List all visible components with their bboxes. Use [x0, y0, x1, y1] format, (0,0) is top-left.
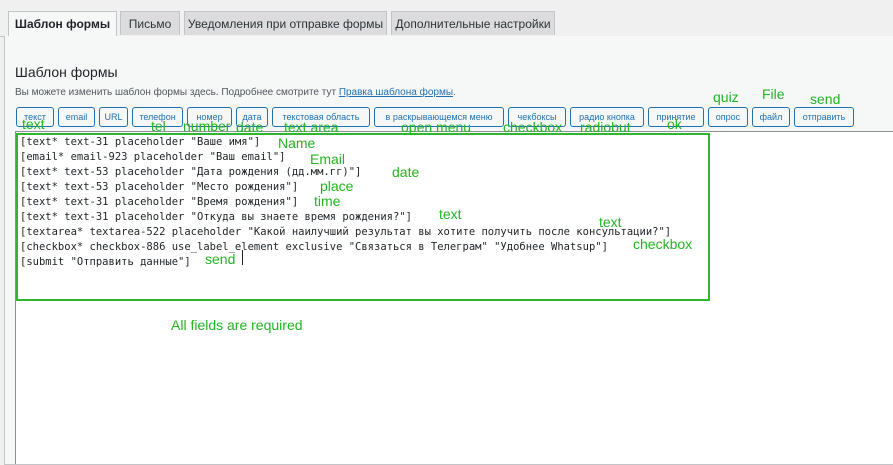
annotation-file: File [762, 86, 785, 102]
code-line: [text* text-31 placeholder "Ваше имя"] [20, 136, 261, 148]
code-line: [submit "Отправить данные"] [20, 256, 191, 268]
annotation-time: time [314, 193, 341, 209]
tab-form-template[interactable]: Шаблон формы [8, 11, 117, 37]
tag-button-quiz[interactable]: опрос [708, 107, 748, 127]
description-text: Вы можете изменить шаблон формы здесь. П… [15, 87, 337, 98]
annotation-ok: ok [667, 116, 682, 132]
section-title: Шаблон формы [15, 64, 118, 80]
annotation-line-send: send [205, 251, 236, 267]
annotation-number: number [183, 118, 231, 134]
annotation-name: Name [278, 135, 316, 151]
annotation-quiz: quiz [713, 89, 739, 105]
description-end: . [453, 87, 456, 98]
section-description: Вы можете изменить шаблон формы здесь. П… [15, 87, 456, 98]
annotation-text: text [22, 116, 45, 132]
code-line: [textarea* textarea-522 placeholder "Как… [20, 226, 672, 238]
tab-bar: Шаблон формы Письмо Уведомления при отпр… [0, 0, 893, 37]
annotation-line-date: date [392, 164, 420, 180]
annotation-radio: radiobut [580, 119, 631, 135]
annotation-required: All fields are required [171, 317, 303, 333]
code-line: [checkbox* checkbox-886 use_label_elemen… [20, 241, 608, 253]
annotation-line-checkbox: checkbox [633, 236, 693, 252]
annotation-tel: tel [151, 118, 166, 134]
annotation-send: send [810, 91, 841, 107]
form-template-help-link[interactable]: Правка шаблона формы [339, 87, 453, 98]
text-caret [242, 250, 243, 265]
tab-notifications[interactable]: Уведомления при отправке формы [184, 11, 387, 35]
tag-button-email[interactable]: email [58, 107, 95, 127]
tab-mail[interactable]: Письмо [120, 11, 180, 35]
tag-button-url[interactable]: URL [99, 107, 128, 127]
tab-additional-settings[interactable]: Дополнительные настройки [391, 11, 555, 35]
annotation-date: date [236, 119, 264, 135]
code-line: [text* text-53 placeholder "Дата рождени… [20, 166, 362, 178]
annotation-line-text-1: text [439, 206, 462, 222]
code-line: [text* text-31 placeholder "Откуда вы зн… [20, 211, 412, 223]
annotation-line-text-2: text [599, 214, 622, 230]
code-line: [text* text-53 placeholder "Место рожден… [20, 181, 299, 193]
tag-button-submit[interactable]: отправить [794, 107, 854, 127]
annotation-textarea: text area [284, 119, 339, 135]
annotation-open-menu: open menu [401, 119, 472, 135]
tag-button-file[interactable]: файл [752, 107, 790, 127]
annotation-place: place [320, 178, 354, 194]
annotation-checkbox: checkbox [503, 119, 563, 135]
annotation-email: Email [310, 151, 346, 167]
code-line: [text* text-31 placeholder "Время рожден… [20, 196, 299, 208]
code-line: [email* email-923 placeholder "Ваш email… [20, 151, 286, 163]
